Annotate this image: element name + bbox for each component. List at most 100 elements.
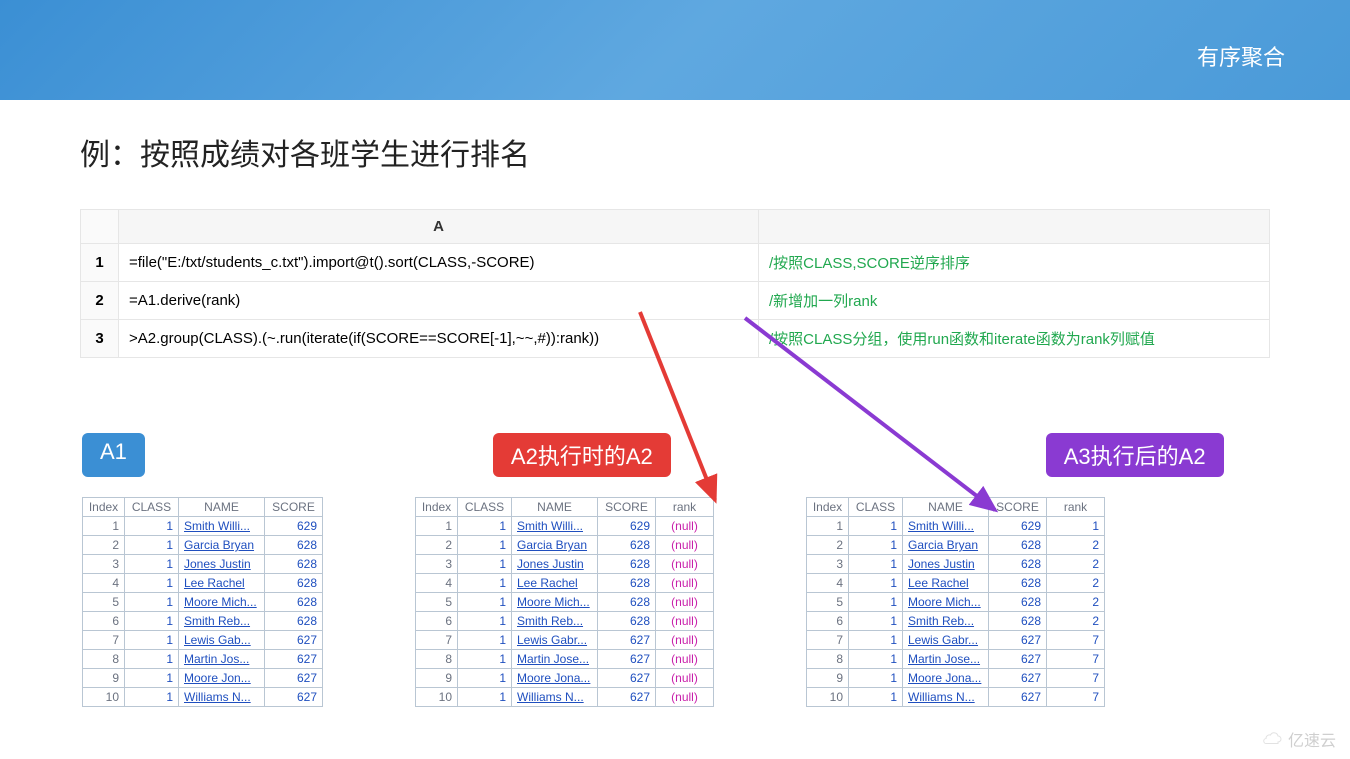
table-row: 11Smith Willi...6291 bbox=[807, 517, 1105, 536]
cell-index: 8 bbox=[416, 650, 458, 669]
cell-rank-null: (null) bbox=[656, 574, 714, 593]
cell-name: Jones Justin bbox=[903, 555, 989, 574]
cell-index: 5 bbox=[416, 593, 458, 612]
cell-name: Martin Jose... bbox=[512, 650, 598, 669]
table-row: 81Martin Jos...627 bbox=[83, 650, 323, 669]
cell-class: 1 bbox=[849, 669, 903, 688]
cell-score: 628 bbox=[265, 536, 323, 555]
col-header: SCORE bbox=[989, 498, 1047, 517]
cell-name: Moore Mich... bbox=[512, 593, 598, 612]
cell-index: 6 bbox=[83, 612, 125, 631]
cell-index: 7 bbox=[807, 631, 849, 650]
cell-name: Smith Willi... bbox=[179, 517, 265, 536]
col-header: SCORE bbox=[598, 498, 656, 517]
cell-score: 629 bbox=[989, 517, 1047, 536]
cell-index: 4 bbox=[416, 574, 458, 593]
row-comment: /按照CLASS,SCORE逆序排序 bbox=[759, 244, 1270, 282]
badge-a2: A2执行时的A2 bbox=[493, 433, 671, 477]
cell-name: Moore Jon... bbox=[179, 669, 265, 688]
cell-index: 2 bbox=[807, 536, 849, 555]
cell-name: Lewis Gabr... bbox=[903, 631, 989, 650]
cell-name: Lewis Gab... bbox=[179, 631, 265, 650]
cell-score: 627 bbox=[598, 688, 656, 707]
cell-class: 1 bbox=[125, 517, 179, 536]
table-row: 91Moore Jona...6277 bbox=[807, 669, 1105, 688]
data-tables: IndexCLASSNAMESCORE11Smith Willi...62921… bbox=[80, 497, 1270, 707]
cell-name: Smith Reb... bbox=[903, 612, 989, 631]
result-table-a3: IndexCLASSNAMESCORErank11Smith Willi...6… bbox=[806, 497, 1105, 707]
cell-index: 6 bbox=[416, 612, 458, 631]
cell-rank-null: (null) bbox=[656, 555, 714, 574]
cell-class: 1 bbox=[849, 574, 903, 593]
col-header: Index bbox=[807, 498, 849, 517]
table-row: 31Jones Justin628(null) bbox=[416, 555, 714, 574]
cell-index: 8 bbox=[83, 650, 125, 669]
cell-class: 1 bbox=[458, 536, 512, 555]
table-row: 101Williams N...627 bbox=[83, 688, 323, 707]
table-row: 11Smith Willi...629 bbox=[83, 517, 323, 536]
row-num: 3 bbox=[81, 320, 119, 358]
cell-class: 1 bbox=[125, 536, 179, 555]
cell-index: 5 bbox=[807, 593, 849, 612]
table-row: 71Lewis Gab...627 bbox=[83, 631, 323, 650]
cell-score: 627 bbox=[989, 669, 1047, 688]
cell-class: 1 bbox=[458, 669, 512, 688]
cell-index: 5 bbox=[83, 593, 125, 612]
cell-name: Garcia Bryan bbox=[512, 536, 598, 555]
cell-score: 628 bbox=[989, 555, 1047, 574]
cell-score: 627 bbox=[265, 688, 323, 707]
cell-rank-null: (null) bbox=[656, 612, 714, 631]
table-row: 61Smith Reb...628(null) bbox=[416, 612, 714, 631]
badge-a3: A3执行后的A2 bbox=[1046, 433, 1224, 477]
code-row: 1 =file("E:/txt/students_c.txt").import@… bbox=[81, 244, 1270, 282]
cell-class: 1 bbox=[849, 688, 903, 707]
cell-score: 628 bbox=[265, 555, 323, 574]
cell-rank-null: (null) bbox=[656, 688, 714, 707]
cell-index: 8 bbox=[807, 650, 849, 669]
cell-class: 1 bbox=[125, 631, 179, 650]
page-title: 例：按照成绩对各班学生进行排名 bbox=[80, 130, 1270, 174]
result-table-a1: IndexCLASSNAMESCORE11Smith Willi...62921… bbox=[82, 497, 323, 707]
cell-class: 1 bbox=[849, 517, 903, 536]
table-row: 81Martin Jose...627(null) bbox=[416, 650, 714, 669]
cell-score: 628 bbox=[598, 574, 656, 593]
cell-score: 628 bbox=[989, 536, 1047, 555]
cell-name: Moore Jona... bbox=[512, 669, 598, 688]
slide-header: 有序聚合 bbox=[0, 0, 1350, 100]
badge-a1: A1 bbox=[82, 433, 145, 477]
col-header: NAME bbox=[903, 498, 989, 517]
cell-index: 9 bbox=[807, 669, 849, 688]
table-row: 101Williams N...6277 bbox=[807, 688, 1105, 707]
cell-score: 627 bbox=[598, 650, 656, 669]
cell-name: Williams N... bbox=[903, 688, 989, 707]
cell-name: Moore Mich... bbox=[903, 593, 989, 612]
cell-score: 627 bbox=[989, 688, 1047, 707]
cell-rank: 7 bbox=[1047, 669, 1105, 688]
cell-class: 1 bbox=[458, 650, 512, 669]
cell-rank: 1 bbox=[1047, 517, 1105, 536]
cell-class: 1 bbox=[458, 574, 512, 593]
cell-score: 628 bbox=[265, 612, 323, 631]
table-row: 21Garcia Bryan628 bbox=[83, 536, 323, 555]
col-header: NAME bbox=[179, 498, 265, 517]
cell-class: 1 bbox=[458, 612, 512, 631]
cell-index: 4 bbox=[83, 574, 125, 593]
cell-name: Williams N... bbox=[179, 688, 265, 707]
table-row: 91Moore Jon...627 bbox=[83, 669, 323, 688]
cell-index: 7 bbox=[83, 631, 125, 650]
cell-rank-null: (null) bbox=[656, 669, 714, 688]
cell-name: Lee Rachel bbox=[512, 574, 598, 593]
cell-class: 1 bbox=[849, 650, 903, 669]
cell-score: 627 bbox=[598, 669, 656, 688]
cell-index: 9 bbox=[83, 669, 125, 688]
cell-name: Martin Jose... bbox=[903, 650, 989, 669]
result-table-a2: IndexCLASSNAMESCORErank11Smith Willi...6… bbox=[415, 497, 714, 707]
badge-row: A1 A2执行时的A2 A3执行后的A2 bbox=[80, 433, 1270, 477]
cell-name: Garcia Bryan bbox=[179, 536, 265, 555]
code-row: 2 =A1.derive(rank) /新增加一列rank bbox=[81, 282, 1270, 320]
cell-rank-null: (null) bbox=[656, 536, 714, 555]
cell-score: 628 bbox=[989, 612, 1047, 631]
cell-score: 629 bbox=[265, 517, 323, 536]
table-row: 51Moore Mich...628(null) bbox=[416, 593, 714, 612]
watermark-text: 亿速云 bbox=[1288, 727, 1336, 751]
